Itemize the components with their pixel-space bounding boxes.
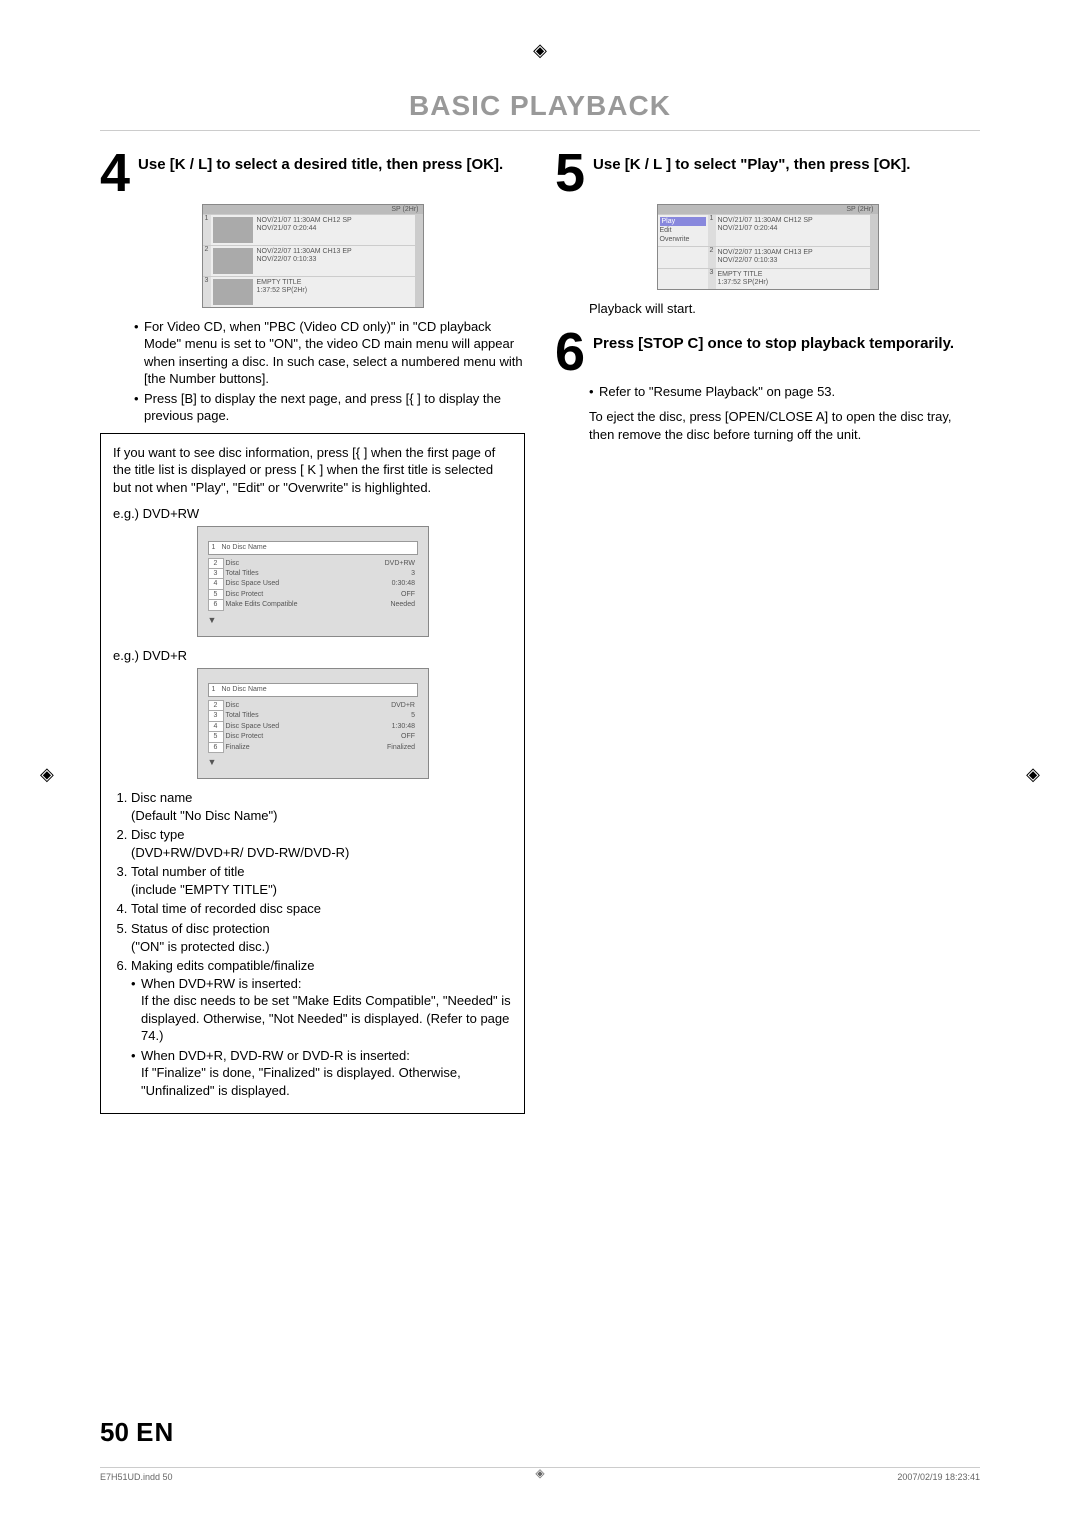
disc-info-intro: If you want to see disc information, pre… — [113, 444, 512, 497]
step-5: 5 Use [K / L ] to select "Play", then pr… — [555, 149, 980, 198]
column-left: 4 Use [K / L] to select a desired title,… — [100, 149, 525, 1114]
bullet-item: Press [B] to display the next page, and … — [134, 390, 525, 425]
step-4-osd: SP (2Hr) 1NOV/21/07 11:30AM CH12 SPNOV/2… — [100, 204, 525, 308]
osd-title-row: 2NOV/22/07 11:30AM CH13 EPNOV/22/07 0:10… — [658, 246, 878, 268]
osd-title-row: 3EMPTY TITLE1:37:52 SP(2Hr) — [203, 276, 423, 307]
crop-mark-right: ◈ — [1026, 764, 1040, 785]
step-6-heading: Press [STOP C] once to stop playback tem… — [593, 328, 954, 354]
step-6: 6 Press [STOP C] once to stop playback t… — [555, 328, 980, 377]
disc-info-row: 4Disc Space Used1:30:48 — [208, 721, 417, 731]
step-5-osd: SP (2Hr) PlayEditOverwrite1NOV/21/07 11:… — [555, 204, 980, 291]
disc-info-row: 4Disc Space Used0:30:48 — [208, 579, 417, 589]
disc-info-box: If you want to see disc information, pre… — [100, 433, 525, 1115]
step-4-bullets: For Video CD, when "PBC (Video CD only)"… — [134, 318, 525, 425]
crop-mark-top: ◈ — [533, 40, 547, 61]
disc-info-row: 5Disc ProtectOFF — [208, 732, 417, 742]
legend-item: Status of disc protection("ON" is protec… — [131, 920, 512, 955]
disc-info-legend: Disc name(Default "No Disc Name")Disc ty… — [113, 789, 512, 1099]
disc-info-row: 5Disc ProtectOFF — [208, 589, 417, 599]
step-5-after: Playback will start. — [589, 300, 980, 318]
osd-title-row: 2NOV/22/07 11:30AM CH13 EPNOV/22/07 0:10… — [203, 245, 423, 276]
crop-mark-bottom: ◈ — [535, 1466, 544, 1480]
osd-title-list: SP (2Hr) 1NOV/21/07 11:30AM CH12 SPNOV/2… — [202, 204, 424, 308]
legend-sub-item: When DVD+RW is inserted:If the disc need… — [141, 975, 512, 1045]
page-number: 50 — [100, 1417, 129, 1447]
column-right: 5 Use [K / L ] to select "Play", then pr… — [555, 149, 980, 1114]
disc-info-row: 6FinalizeFinalized — [208, 742, 417, 752]
step-5-heading: Use [K / L ] to select "Play", then pres… — [593, 149, 910, 175]
crop-mark-left: ◈ — [40, 764, 54, 785]
step-4-number: 4 — [100, 149, 130, 198]
step-4: 4 Use [K / L] to select a desired title,… — [100, 149, 525, 198]
title-rule — [100, 130, 980, 131]
step-5-number: 5 — [555, 149, 585, 198]
example-2-label: e.g.) DVD+R — [113, 647, 512, 665]
disc-info-row: 2DiscDVD+R — [208, 700, 417, 710]
legend-sub-item: When DVD+R, DVD-RW or DVD-R is inserted:… — [141, 1047, 512, 1100]
step-4-heading: Use [K / L] to select a desired title, t… — [138, 149, 503, 175]
legend-item: Making edits compatible/finalizeWhen DVD… — [131, 957, 512, 1099]
disc-info-row: 6Make Edits CompatibleNeeded — [208, 600, 417, 610]
legend-item: Total number of title(include "EMPTY TIT… — [131, 863, 512, 898]
step-6-bullets: Refer to "Resume Playback" on page 53. — [589, 383, 980, 401]
print-file: E7H51UD.indd 50 — [100, 1472, 173, 1482]
two-columns: 4 Use [K / L] to select a desired title,… — [100, 149, 980, 1114]
print-timestamp: 2007/02/19 18:23:41 — [897, 1472, 980, 1482]
disc-info-row: 3Total Titles5 — [208, 711, 417, 721]
legend-item: Disc name(Default "No Disc Name") — [131, 789, 512, 824]
print-metadata: E7H51UD.indd 50 ◈ 2007/02/19 18:23:41 — [100, 1467, 980, 1482]
disc-info-osd-rw: 1No Disc Name 2DiscDVD+RW3Total Titles34… — [197, 526, 429, 637]
page-title: BASIC PLAYBACK — [100, 90, 980, 122]
osd-play-menu: SP (2Hr) PlayEditOverwrite1NOV/21/07 11:… — [657, 204, 879, 291]
legend-item: Disc type(DVD+RW/DVD+R/ DVD-RW/DVD-R) — [131, 826, 512, 861]
step-6-number: 6 — [555, 328, 585, 377]
bullet-item: For Video CD, when "PBC (Video CD only)"… — [134, 318, 525, 388]
disc-info-row: 2DiscDVD+RW — [208, 558, 417, 568]
page: ◈ ◈ ◈ BASIC PLAYBACK 4 Use [K / L] to se… — [0, 0, 1080, 1528]
example-1-label: e.g.) DVD+RW — [113, 505, 512, 523]
disc-info-osd-r: 1No Disc Name 2DiscDVD+R3Total Titles54D… — [197, 668, 429, 779]
legend-item: Total time of recorded disc space — [131, 900, 512, 918]
osd-title-row: 1NOV/21/07 11:30AM CH12 SPNOV/21/07 0:20… — [203, 214, 423, 245]
step-6-body: To eject the disc, press [OPEN/CLOSE A] … — [589, 408, 980, 443]
page-lang: EN — [136, 1417, 174, 1447]
osd-title-row: 3EMPTY TITLE1:37:52 SP(2Hr) — [658, 268, 878, 290]
step-6-bullet: Refer to "Resume Playback" on page 53. — [589, 383, 980, 401]
disc-info-row: 3Total Titles3 — [208, 568, 417, 578]
page-footer: 50 EN — [100, 1417, 174, 1448]
osd-title-row: PlayEditOverwrite1NOV/21/07 11:30AM CH12… — [658, 214, 878, 246]
